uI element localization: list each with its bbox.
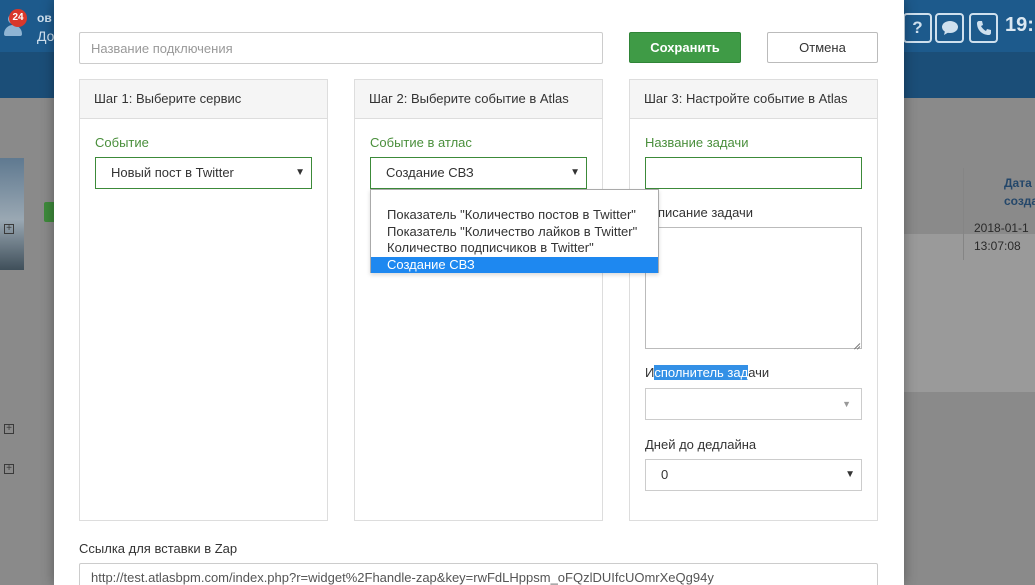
resize-handle-icon[interactable]: [851, 338, 860, 347]
cancel-button[interactable]: Отмена: [767, 32, 878, 63]
caret-down-icon: ▼: [842, 399, 851, 409]
expand-icon[interactable]: +: [4, 464, 14, 474]
connection-name-input[interactable]: [79, 32, 603, 64]
user-subtitle: До: [37, 28, 55, 44]
caret-down-icon: ▼: [845, 469, 855, 480]
step2-event-select[interactable]: Создание СВЗ ▼: [370, 157, 587, 189]
task-desc-label: писание задачи: [658, 205, 754, 220]
caret-down-icon: ▼: [570, 167, 580, 178]
phone-icon: [976, 21, 991, 35]
dropdown-option[interactable]: Показатель "Количество лайков в Twitter": [371, 224, 658, 241]
deadline-label: Дней до дедлайна: [645, 437, 757, 452]
step1-event-value: Новый пост в Twitter: [111, 165, 234, 180]
step2-panel: Шаг 2: Выберите событие в Atlas Событие …: [354, 79, 603, 521]
zap-link-label: Ссылка для вставки в Zap: [79, 541, 238, 556]
expand-icon[interactable]: +: [4, 424, 14, 434]
dropdown-option[interactable]: Показатель "Количество постов в Twitter": [371, 207, 658, 224]
dropdown-option[interactable]: Количество подписчиков в Twitter": [371, 240, 658, 257]
save-button[interactable]: Сохранить: [629, 32, 741, 63]
assignee-select[interactable]: ▼: [645, 388, 862, 420]
dropdown-option-selected[interactable]: Создание СВЗ: [371, 256, 658, 273]
phone-button[interactable]: [969, 13, 998, 43]
user-info: ов До: [37, 11, 54, 43]
step1-panel: Шаг 1: Выберите сервис Событие Новый пос…: [79, 79, 328, 521]
step1-event-label: Событие: [95, 135, 149, 150]
step2-title: Шаг 2: Выберите событие в Atlas: [355, 80, 602, 119]
assignee-label-selected: сполнитель зад: [654, 365, 749, 380]
assignee-label-end: ачи: [748, 365, 770, 380]
step2-event-dropdown: Показатель "Количество постов в Twitter"…: [370, 189, 659, 273]
chat-button[interactable]: [935, 13, 964, 43]
step2-event-value: Создание СВЗ: [386, 165, 474, 180]
chat-icon: [941, 21, 958, 35]
zap-connection-modal: Сохранить Отмена Шаг 1: Выберите сервис …: [54, 0, 904, 585]
step3-panel: Шаг 3: Настройте событие в Atlas Названи…: [629, 79, 878, 521]
table-cell-date: 2018-01-1 13:07:08: [963, 214, 1035, 260]
green-tab[interactable]: [44, 202, 54, 222]
assignee-label-start: И: [645, 365, 655, 380]
help-button[interactable]: ?: [903, 13, 932, 43]
table-header-date[interactable]: Дата созда: [963, 168, 1035, 214]
sidebar-image: [0, 158, 24, 270]
notification-badge: 24: [9, 9, 27, 27]
expand-icon[interactable]: +: [4, 224, 14, 234]
step1-event-select[interactable]: Новый пост в Twitter ▼: [95, 157, 312, 189]
deadline-value: 0: [661, 467, 669, 482]
assignee-label: Исполнитель задачи: [645, 365, 769, 380]
step1-title: Шаг 1: Выберите сервис: [80, 80, 327, 119]
help-icon: ?: [912, 18, 923, 37]
user-name: ов: [37, 11, 52, 25]
task-desc-textarea[interactable]: [645, 227, 862, 349]
caret-down-icon: ▼: [295, 167, 305, 178]
clock: 19:: [1005, 14, 1034, 36]
task-name-label: Название задачи: [645, 135, 749, 150]
step2-event-label: Событие в атлас: [370, 135, 472, 150]
task-name-input[interactable]: [645, 157, 862, 189]
deadline-select[interactable]: 0 ▼: [645, 459, 862, 491]
zap-link-input[interactable]: http://test.atlasbpm.com/index.php?r=wid…: [79, 563, 878, 585]
step3-title: Шаг 3: Настройте событие в Atlas: [630, 80, 877, 119]
